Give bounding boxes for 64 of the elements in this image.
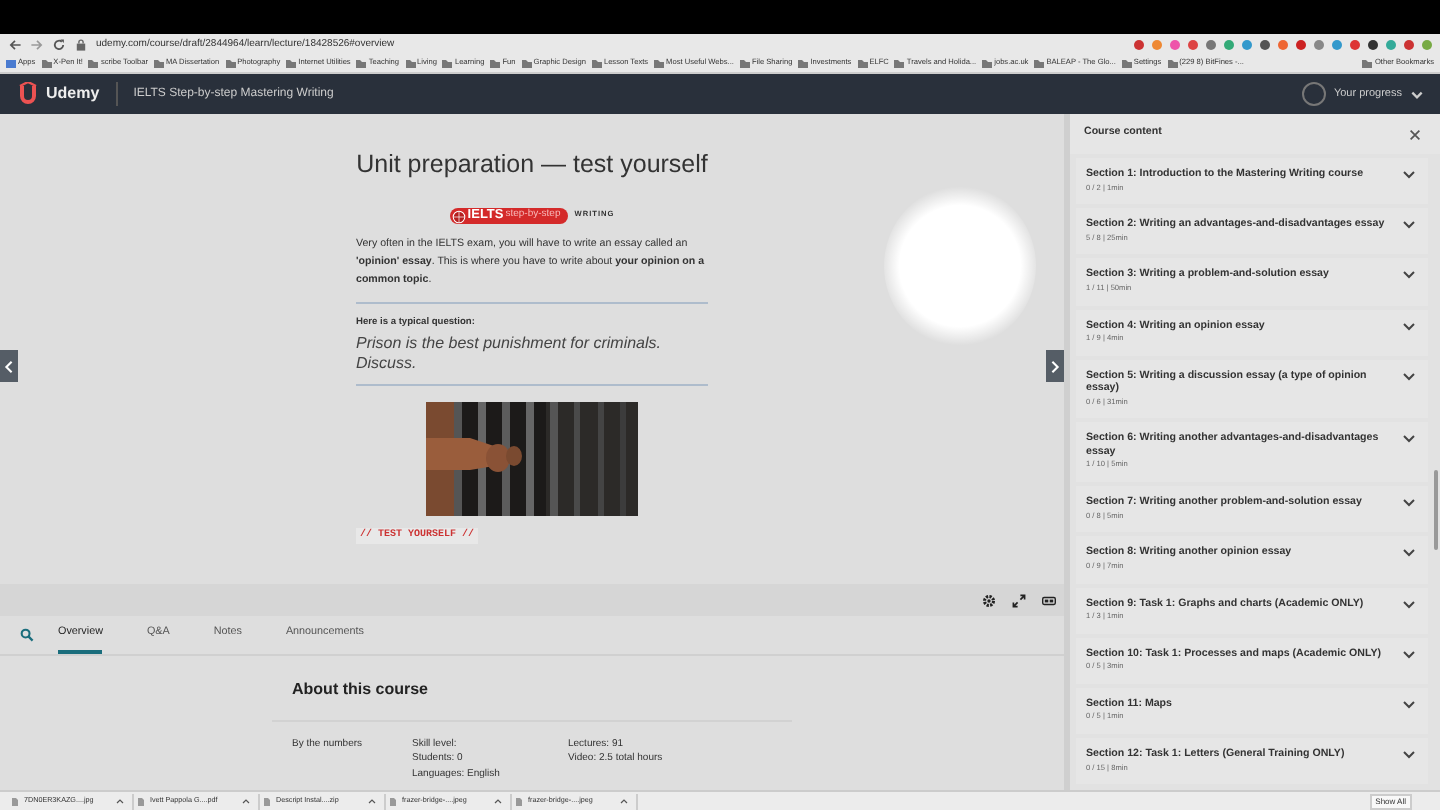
chevron-icon <box>1402 321 1416 332</box>
question-text: Prison is the best punishment for criminals. Discuss. <box>356 334 664 373</box>
folder-icon <box>654 60 665 68</box>
brand-name[interactable]: Udemy <box>46 82 100 106</box>
folder-icon <box>982 60 993 68</box>
caret-icon[interactable] <box>242 798 250 804</box>
folder-icon <box>1362 60 1373 68</box>
folder-icon <box>1121 60 1132 68</box>
theater-mode-icon[interactable] <box>1042 593 1056 607</box>
chevron-icon <box>1402 434 1416 445</box>
chevron-icon <box>1402 548 1416 559</box>
folder-icon <box>894 60 905 68</box>
caret-icon[interactable] <box>494 798 502 804</box>
file-icon <box>516 797 522 805</box>
folder-icon <box>286 60 297 68</box>
folder-icon <box>154 60 165 68</box>
next-button[interactable] <box>1046 350 1064 382</box>
folder-icon <box>356 60 367 68</box>
caret-icon[interactable] <box>116 798 124 804</box>
caret-icon[interactable] <box>620 798 628 804</box>
chevron-icon <box>1402 699 1416 710</box>
file-icon <box>138 797 144 805</box>
back-icon[interactable] <box>8 38 22 52</box>
folder-icon <box>88 60 99 68</box>
chevron-icon <box>1402 270 1416 281</box>
chevron-icon <box>1402 498 1416 509</box>
lock-icon <box>74 38 88 52</box>
chevron-right-icon <box>1048 359 1062 373</box>
search-icon[interactable] <box>20 628 34 642</box>
folder-icon <box>490 60 501 68</box>
reload-icon[interactable] <box>52 38 66 52</box>
folder-icon <box>591 60 602 68</box>
caret-icon <box>1410 90 1424 100</box>
chevron-icon <box>1402 649 1416 660</box>
folder-icon <box>798 60 809 68</box>
apps-icon <box>6 60 16 68</box>
forward-icon[interactable] <box>30 38 44 52</box>
globe-icon <box>451 209 466 223</box>
folder-icon <box>225 60 236 68</box>
logo-icon[interactable] <box>16 82 40 106</box>
folder-icon <box>405 60 416 68</box>
folder-icon <box>1034 60 1045 68</box>
chevron-left-icon <box>2 359 16 373</box>
folder-icon <box>521 60 532 68</box>
fullscreen-icon[interactable] <box>1012 593 1026 607</box>
folder-icon <box>857 60 868 68</box>
chevron-icon <box>1402 750 1416 761</box>
folder-icon <box>739 60 750 68</box>
settings-icon[interactable] <box>982 593 996 607</box>
caret-icon[interactable] <box>368 798 376 804</box>
chevron-icon <box>1402 371 1416 382</box>
lecture-title: Unit preparation — test yourself <box>356 150 708 180</box>
chevron-icon <box>1402 220 1416 231</box>
folder-icon <box>442 60 453 68</box>
chevron-icon <box>1402 170 1416 180</box>
file-icon <box>12 797 18 805</box>
chevron-icon <box>1402 599 1416 609</box>
section-title: About this course <box>292 680 431 700</box>
file-icon <box>390 797 396 805</box>
folder-icon <box>1167 60 1178 68</box>
previous-button[interactable] <box>0 350 18 382</box>
file-icon <box>264 797 270 805</box>
close-icon[interactable] <box>1408 127 1422 141</box>
folder-icon <box>41 60 52 68</box>
